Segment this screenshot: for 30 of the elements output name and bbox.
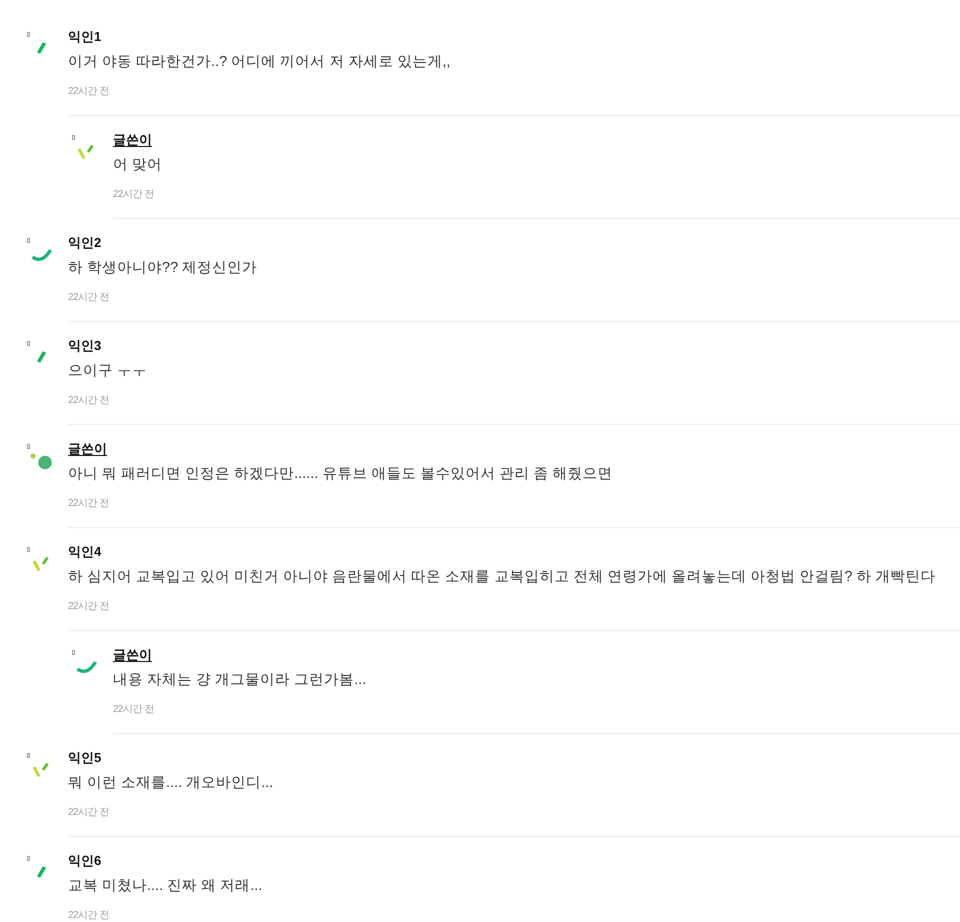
comment-text: 교복 미쳤나.... 진짜 왜 저래...: [68, 877, 262, 896]
comment-text: 아니 뭐 패러디면 인정은 하겠다만...... 유튜브 애들도 볼수있어서 관리 좀 해줬으면: [68, 465, 612, 484]
timestamp: 22시간 전: [68, 497, 109, 511]
comment-text: 뭐 이런 소재를.... 개오바인디...: [68, 774, 274, 793]
comment-text: 어 맞어: [113, 156, 162, 175]
timestamp: 22시간 전: [68, 806, 109, 820]
comment-text: 내용 자체는 걍 개그물이라 그런가봄...: [113, 671, 366, 690]
timestamp: 22시간 전: [68, 291, 109, 305]
username[interactable]: 익인2: [68, 233, 102, 253]
username[interactable]: 글쓴이: [113, 645, 152, 665]
arc-avatar-icon: [26, 238, 52, 264]
timestamp: 22시간 전: [113, 703, 154, 717]
username[interactable]: 익인1: [68, 27, 102, 47]
timestamp: 22시간 전: [68, 394, 109, 408]
timestamp: 22시간 전: [68, 909, 109, 922]
timestamp: 22시간 전: [68, 600, 109, 614]
comment-text: 이거 야동 따라한건가..? 어디에 끼어서 저 자세로 있는게,,: [68, 53, 450, 72]
username[interactable]: 글쓴이: [113, 130, 152, 150]
dots-avatar-icon: [26, 444, 52, 470]
username[interactable]: 익인5: [68, 748, 102, 768]
timestamp: 22시간 전: [113, 188, 154, 202]
username[interactable]: 익인6: [68, 851, 102, 871]
comment-text: 하 심지어 교복입고 있어 미친거 아니야 음란물에서 따온 소재를 교복입히고 전체 연령가에 올려놓는데 아청법 안걸림? 하 개빡틴다: [68, 568, 936, 587]
comment-text: 하 학생아니야?? 제정신인가: [68, 259, 258, 278]
username[interactable]: 글쓴이: [68, 439, 107, 459]
timestamp: 22시간 전: [68, 85, 109, 99]
username[interactable]: 익인4: [68, 542, 102, 562]
username[interactable]: 익인3: [68, 336, 102, 356]
comment-text: 으이구 ㅜㅜ: [68, 362, 148, 381]
arc-avatar-icon: [71, 650, 97, 676]
